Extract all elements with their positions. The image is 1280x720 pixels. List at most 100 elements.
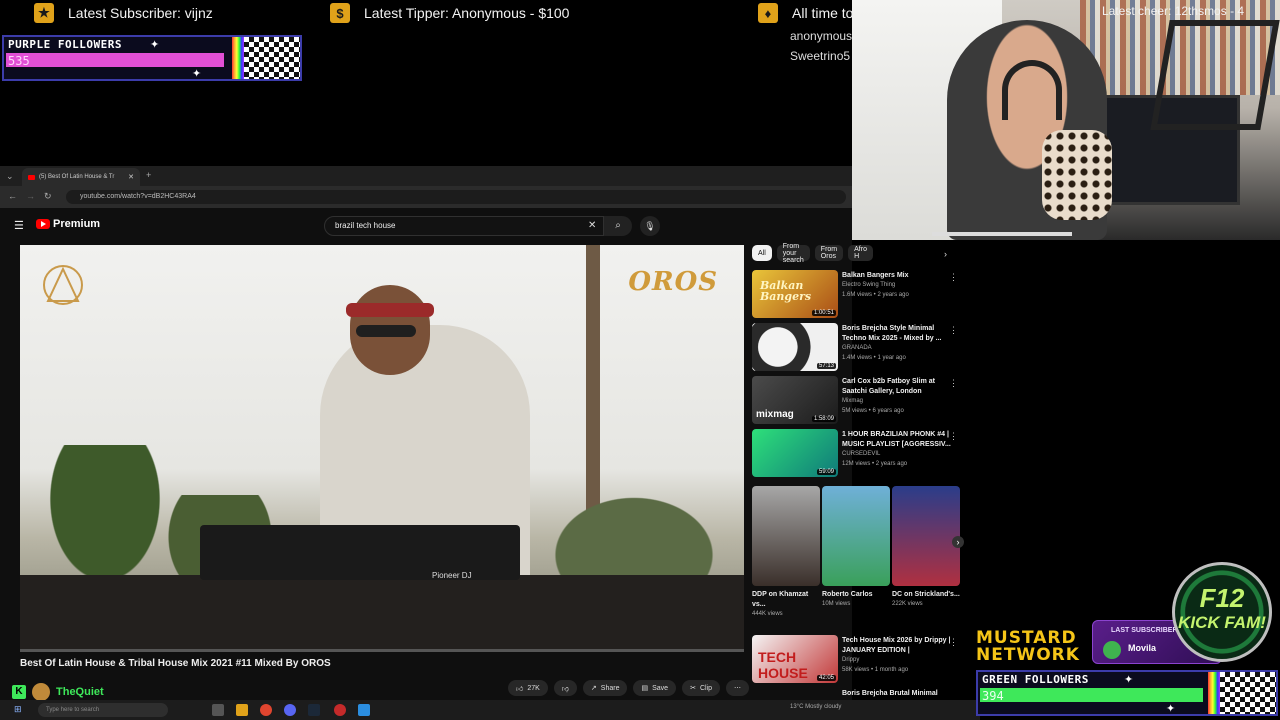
dj-controller [200,525,520,580]
rec-meta: 5M views • 6 years ago [842,408,904,414]
avatar [1103,641,1121,659]
youtube-header: ☰ Premium brazil tech house ✕ ⌕ 🎙︎ [0,208,852,242]
browser-tab[interactable]: (5) Best Of Latin House & Tr ✕ [22,168,140,186]
save-label: Save [652,684,669,692]
rec-meta: 1.4M views • 1 year ago [842,355,906,361]
video-progress-bar[interactable] [20,649,744,652]
thumbs-up-icon: 👍︎ [516,685,524,693]
taskbar-search-input[interactable]: Type here to search [38,703,168,717]
latest-subscriber-text: Latest Subscriber: vijnz [68,5,213,21]
short-thumbnail [892,486,960,586]
more-options-icon[interactable]: ⋮ [949,325,958,336]
shorts-next-icon[interactable]: › [952,536,964,548]
green-followers-goal: GREEN FOLLOWERS 394 400 ✦ ✦ [976,670,1278,716]
goal-progress-bar [980,688,1203,702]
share-button[interactable]: ↗ Share [582,680,628,696]
video-actions: 👍︎ 27K 👎︎ ↗ Share ▤ Save ✂ Clip ⋯ [508,680,749,696]
close-tab-icon[interactable]: ✕ [128,173,134,181]
recommended-video[interactable]: 59:09 1 HOUR BRAZILIAN PHONK #4 | MUSIC … [752,429,962,479]
youtube-logo[interactable]: Premium [36,218,100,230]
recommended-video[interactable]: Boris Brejcha Brutal Minimal [752,688,962,700]
thumbs-down-icon: 👎︎ [561,685,569,693]
chip-afro[interactable]: Afro H [848,245,873,261]
goal-checker-flag [244,37,300,79]
new-tab-icon[interactable]: + [146,170,151,180]
goal-current: 394 [982,689,1004,703]
save-button[interactable]: ▤ Save [633,680,677,696]
short-video[interactable]: Roberto Carlos 10M views [822,486,890,607]
short-video[interactable]: DDP on Khamzat vs... 444K views [752,486,820,617]
tab-title: (5) Best Of Latin House & Tr [39,174,115,180]
chip-all[interactable]: All [752,245,772,261]
goal-rainbow-stripe [232,37,244,79]
rec-title: 1 HOUR BRAZILIAN PHONK #4 | MUSIC PLAYLI… [842,431,951,448]
logo-line: F12 [1199,583,1245,613]
recommended-video[interactable]: mixmag 1:58:09 Carl Cox b2b Fatboy Slim … [752,376,962,426]
more-actions-button[interactable]: ⋯ [726,680,749,696]
more-options-icon[interactable]: ⋮ [949,637,958,648]
cam-light-bar [932,232,1072,236]
video-duration: 59:09 [816,469,836,475]
reload-icon[interactable]: ↻ [44,191,52,202]
clear-search-icon[interactable]: ✕ [588,220,596,231]
recommended-video[interactable]: Balkan Bangers 1:00:51 Balkan Bangers Mi… [752,270,962,320]
video-thumbnail: 59:09 [752,429,838,477]
video-thumbnail: Balkan Bangers 1:00:51 [752,270,838,318]
save-icon: ▤ [641,685,649,692]
search-button[interactable]: ⌕ [604,216,632,236]
recommended-video[interactable]: TECH HOUSE 42:05 Tech House Mix 2026 by … [752,635,962,685]
dislike-button[interactable]: 👎︎ [553,680,577,696]
video-player[interactable]: Pioneer DJ OROS [20,245,744,652]
video-brand-watermark: OROS [628,267,718,297]
weather-widget[interactable]: 13°C Mostly cloudy [790,704,841,710]
browser-window: ⌄ (5) Best Of Latin House & Tr ✕ + ← → ↻… [0,166,964,720]
logo-line: NETWORK [976,645,1080,665]
short-title: Roberto Carlos [822,591,873,598]
back-icon[interactable]: ← [8,191,17,201]
dj-table [20,575,744,652]
scissors-icon: ✂ [690,685,696,692]
obs-icon[interactable] [334,704,346,716]
chip-from-oros[interactable]: From Oros [814,245,844,261]
forward-icon[interactable]: → [26,191,35,201]
like-button[interactable]: 👍︎ 27K [508,680,548,696]
app-icon[interactable] [358,704,370,716]
task-view-icon[interactable] [212,704,224,716]
search-input[interactable]: brazil tech house [324,216,604,236]
more-options-icon[interactable]: ⋮ [949,272,958,283]
goal-progress-bar [6,53,224,67]
windows-start-icon[interactable]: ⊞ [14,704,22,715]
chip-from-search[interactable]: From your search [776,243,810,264]
short-video[interactable]: DC on Strickland's... 222K views [892,486,960,607]
money-bag-icon: ♦ [758,3,778,23]
rec-title: Carl Cox b2b Fatboy Slim at Saatchi Gall… [842,378,935,395]
goal-checker-flag [1220,672,1276,714]
taskbar: ⊞ Type here to search 13°C Mostly cloudy [0,700,980,720]
short-thumbnail [822,486,890,586]
more-options-icon[interactable]: ⋮ [949,431,958,442]
hamburger-menu-icon[interactable]: ☰ [14,219,24,232]
dj-bandana [346,303,434,317]
voice-search-button[interactable]: 🎙︎ [640,216,660,236]
steam-icon[interactable] [308,704,320,716]
more-icon: ⋯ [734,685,741,692]
logo-line: KICK FAM! [1178,613,1266,632]
filter-chips: All From your search From Oros Afro H [752,243,873,264]
short-views: 10M views [822,601,851,607]
chrome-icon[interactable] [260,704,272,716]
recommended-video[interactable]: 57:13 Boris Brejcha Style Minimal Techno… [752,323,962,373]
rec-channel: CURSEDEVIL [842,451,881,457]
address-bar: ← → ↻ youtube.com/watch?v=dB2HC43RA4 [0,186,852,208]
chips-next-icon[interactable]: › [944,249,947,259]
rec-title: Balkan Bangers Mix [842,272,909,279]
rec-title: Tech House Mix 2026 by Drippy | JANUARY … [842,637,951,654]
discord-icon[interactable] [284,704,296,716]
goal-current: 535 [8,54,30,68]
url-input[interactable]: youtube.com/watch?v=dB2HC43RA4 [66,190,846,204]
video-thumbnail: mixmag 1:58:09 [752,376,838,424]
folder-icon[interactable] [236,704,248,716]
clip-button[interactable]: ✂ Clip [682,680,720,696]
more-options-icon[interactable]: ⋮ [949,378,958,389]
oros-triangle-logo-icon [43,265,83,305]
tab-menu-icon[interactable]: ⌄ [6,171,14,182]
